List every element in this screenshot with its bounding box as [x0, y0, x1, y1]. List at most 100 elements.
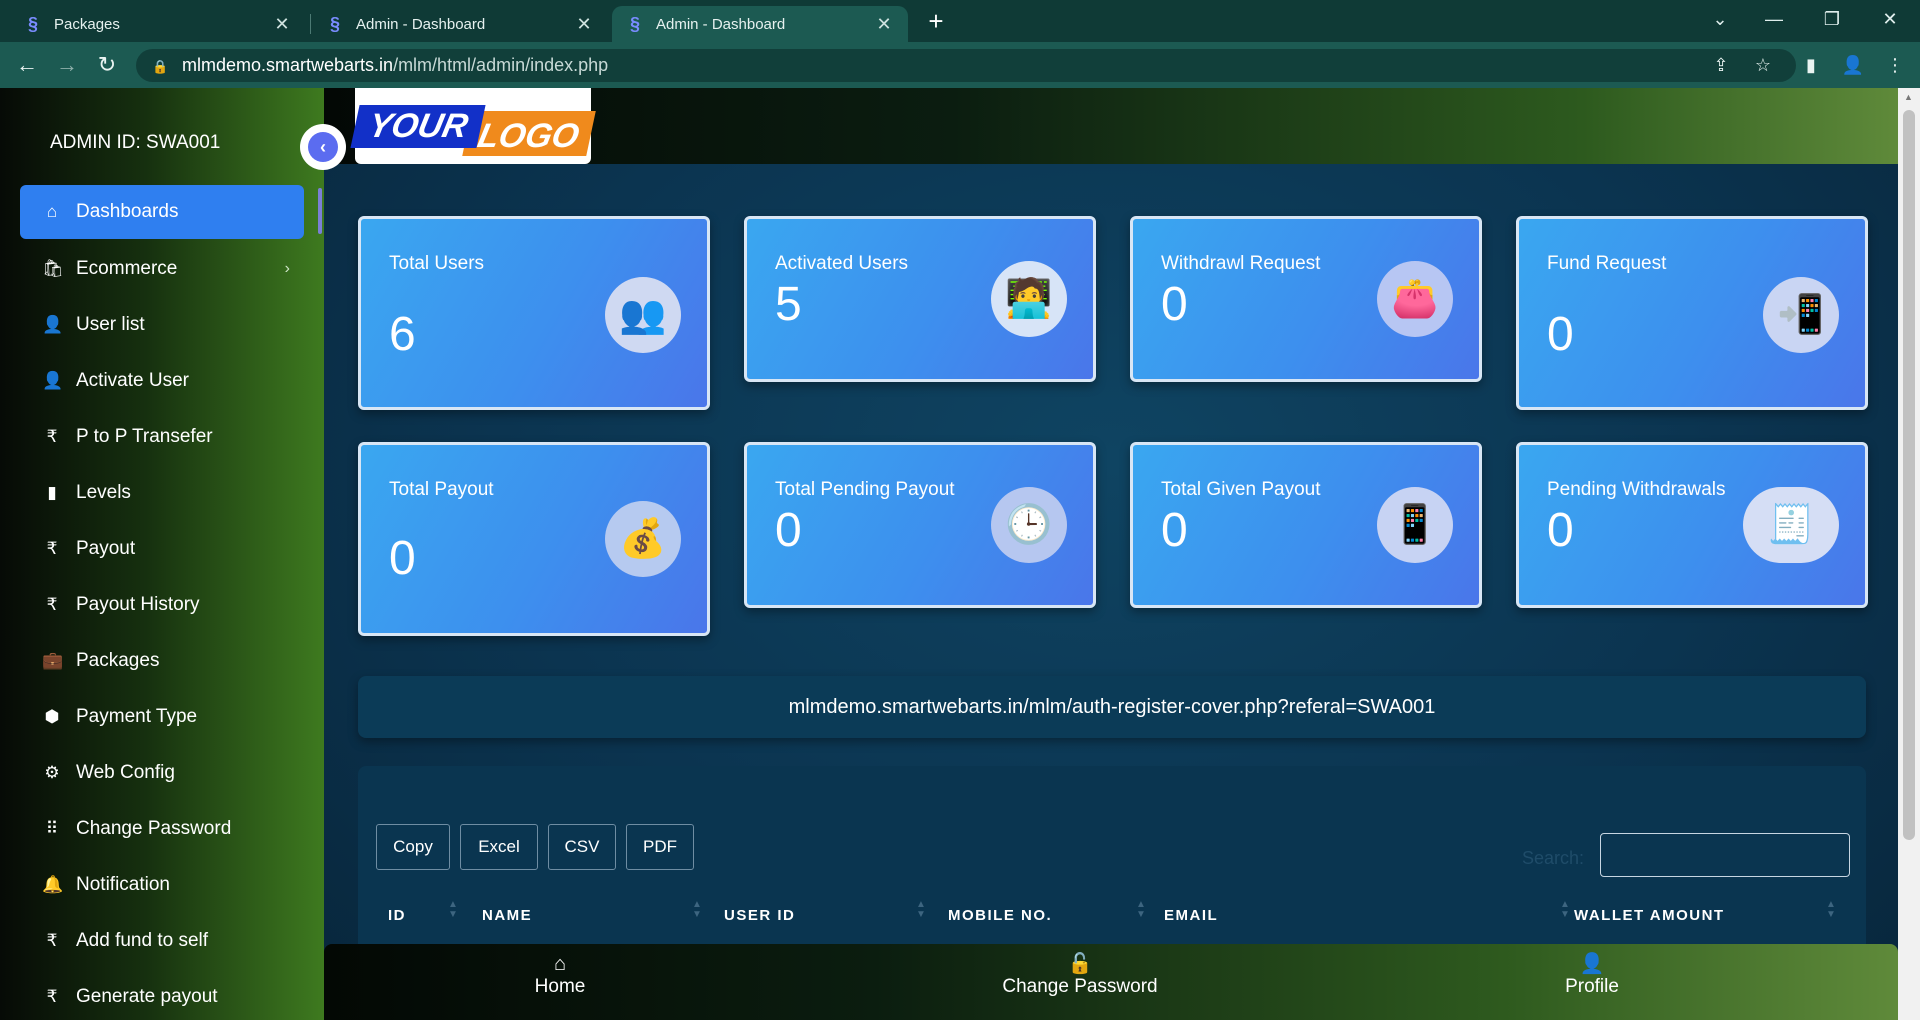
chevron-right-icon: › [284, 260, 290, 277]
browser-tab-packages[interactable]: § Packages ✕ [10, 6, 306, 42]
browser-tab-admin-dashboard[interactable]: § Admin - Dashboard ✕ [312, 6, 608, 42]
scroll-up-arrow-icon[interactable]: ▲ [1904, 92, 1913, 102]
stat-card-pending-withdrawals[interactable]: Pending Withdrawals 0 🧾 [1516, 442, 1868, 608]
stat-card-value: 0 [1547, 504, 1574, 557]
stat-card-activated-users[interactable]: Activated Users 5 🧑‍💻 [744, 216, 1096, 382]
sidebar-item-ecommerce[interactable]: 🛍 Ecommerce › [20, 241, 304, 297]
bottom-nav-label: Profile [1565, 976, 1619, 997]
column-header-wallet-amount[interactable]: WALLET AMOUNT [1574, 907, 1725, 924]
sidebar-item-add-fund-to-self[interactable]: ₹ Add fund to self [20, 913, 304, 969]
sidebar-item-web-config[interactable]: ⚙ Web Config [20, 745, 304, 801]
minimize-icon[interactable]: — [1754, 4, 1794, 34]
sidebar-item-payout[interactable]: ₹ Payout [20, 521, 304, 577]
briefcase-icon: 💼 [42, 651, 64, 670]
shopping-bag-icon: 🛍 [42, 259, 64, 278]
stat-card-title: Total Given Payout [1161, 479, 1321, 500]
referral-link[interactable]: mlmdemo.smartwebarts.in/mlm/auth-registe… [358, 676, 1866, 738]
window-close-icon[interactable]: ✕ [1870, 4, 1910, 34]
stat-card-total-payout[interactable]: Total Payout 0 💰 [358, 442, 710, 636]
top-header: YOUR LOGO [324, 88, 1898, 164]
close-icon[interactable]: ✕ [574, 14, 594, 35]
tab-title: Admin - Dashboard [656, 15, 786, 33]
copy-button[interactable]: Copy [376, 824, 450, 870]
sort-arrows-icon: ▲ ▼ [692, 899, 702, 920]
search-label: Search: [1522, 848, 1585, 868]
tab-search-dropdown-icon[interactable]: ⌄ [1700, 4, 1740, 34]
rupee-icon: ₹ [46, 595, 58, 614]
sidebar-item-generate-payout[interactable]: ₹ Generate payout [20, 969, 304, 1020]
stat-card-fund-request[interactable]: Fund Request 0 📲 [1516, 216, 1868, 410]
rupee-icon: ₹ [46, 539, 58, 558]
profile-icon[interactable]: 👤 [1838, 50, 1868, 80]
stat-card-title: Total Users [389, 253, 485, 274]
bottom-navigation: ⌂ Home 🔓 Change Password 👤 Profile [324, 944, 1898, 1020]
stat-card-total-users[interactable]: Total Users 6 👥 [358, 216, 710, 410]
bookmark-star-icon[interactable]: ☆ [1748, 50, 1778, 80]
stat-card-value: 5 [775, 278, 802, 331]
bottom-nav-change-password[interactable]: 🔓 Change Password [980, 952, 1180, 998]
sidebar-collapse-button[interactable]: ‹ [300, 124, 346, 170]
sidebar-item-label: User list [76, 314, 145, 335]
sidebar-item-payout-history[interactable]: ₹ Payout History [20, 577, 304, 633]
forward-icon[interactable]: → [52, 50, 82, 80]
scrollbar-thumb[interactable] [1903, 110, 1915, 840]
url-field[interactable]: 🔒 mlmdemo.smartwebarts.in/mlm/html/admin… [136, 49, 1796, 82]
main-content: YOUR LOGO Total Users 6 👥 Activated User… [324, 88, 1898, 1020]
column-header-user-id[interactable]: USER ID [724, 907, 795, 924]
bottom-nav-profile[interactable]: 👤 Profile [1532, 952, 1652, 998]
bottom-nav-home[interactable]: ⌂ Home [500, 952, 620, 998]
user-icon: 👤 [42, 371, 64, 390]
close-icon[interactable]: ✕ [272, 14, 292, 35]
browser-tab-bar: § Packages ✕ § Admin - Dashboard ✕ § Adm… [0, 0, 1920, 42]
stat-card-total-given-payout[interactable]: Total Given Payout 0 📱 [1130, 442, 1482, 608]
new-tab-button[interactable]: + [920, 6, 952, 38]
column-header-mobile-no[interactable]: MOBILE NO. [948, 907, 1052, 924]
browser-tab-admin-dashboard-active[interactable]: § Admin - Dashboard ✕ [612, 6, 908, 42]
sidebar-item-payment-type[interactable]: ⬢ Payment Type [20, 689, 304, 745]
pending-payment-clock-icon: 🕒 [991, 487, 1067, 563]
sidebar-item-user-list[interactable]: 👤 User list [20, 297, 304, 353]
rupee-icon: ₹ [46, 931, 58, 950]
sidebar-item-notification[interactable]: 🔔 Notification [20, 857, 304, 913]
stat-card-title: Total Payout [389, 479, 494, 500]
browser-menu-icon[interactable]: ⋮ [1880, 50, 1910, 80]
side-panel-icon[interactable]: ▮ [1796, 50, 1826, 80]
brand-logo[interactable]: YOUR LOGO [350, 88, 596, 164]
browser-address-bar: ← → ↻ 🔒 mlmdemo.smartwebarts.in/mlm/html… [0, 42, 1920, 88]
phone-dollar-icon: 📱 [1377, 487, 1453, 563]
sidebar-item-dashboards[interactable]: ⌂ Dashboards [20, 185, 304, 239]
stat-card-withdrawl-request[interactable]: Withdrawl Request 0 👛 [1130, 216, 1482, 382]
lock-icon: 🔒 [152, 58, 169, 74]
excel-button[interactable]: Excel [460, 824, 538, 870]
sort-arrows-icon: ▲ ▼ [916, 899, 926, 920]
sidebar-scroll-indicator[interactable] [318, 188, 322, 234]
logo-word-your: YOUR [350, 104, 486, 148]
sidebar-item-levels[interactable]: ▮ Levels [20, 465, 304, 521]
bottom-nav-label: Home [534, 976, 586, 997]
close-icon[interactable]: ✕ [874, 14, 894, 35]
back-icon[interactable]: ← [12, 50, 42, 80]
column-header-name[interactable]: NAME [482, 907, 532, 924]
hexagon-icon: ⬢ [44, 707, 60, 726]
reload-icon[interactable]: ↻ [92, 50, 122, 80]
sidebar-item-change-password[interactable]: ⠿ Change Password [20, 801, 304, 857]
bar-chart-icon: ▮ [47, 483, 57, 502]
sidebar-item-label: Web Config [76, 762, 175, 783]
rupee-icon: ₹ [46, 987, 58, 1006]
withdrawals-icon: 🧾 [1743, 487, 1839, 563]
sidebar-item-p-to-p-transfer[interactable]: ₹ P to P Transefer [20, 409, 304, 465]
column-header-id[interactable]: ID [388, 907, 406, 924]
page-scrollbar[interactable]: ▲ [1898, 88, 1920, 1020]
pdf-button[interactable]: PDF [626, 824, 694, 870]
restore-icon[interactable]: ❐ [1812, 4, 1852, 34]
stat-card-total-pending-payout[interactable]: Total Pending Payout 0 🕒 [744, 442, 1096, 608]
search-input[interactable] [1600, 833, 1850, 877]
sidebar-item-activate-user[interactable]: 👤 Activate User [20, 353, 304, 409]
sidebar-item-packages[interactable]: 💼 Packages [20, 633, 304, 689]
column-header-email[interactable]: EMAIL [1164, 907, 1218, 924]
chevron-left-icon: ‹ [308, 132, 338, 162]
home-icon: ⌂ [553, 953, 567, 975]
gear-icon: ⚙ [44, 763, 60, 782]
csv-button[interactable]: CSV [548, 824, 616, 870]
share-icon[interactable]: ⇪ [1706, 50, 1736, 80]
